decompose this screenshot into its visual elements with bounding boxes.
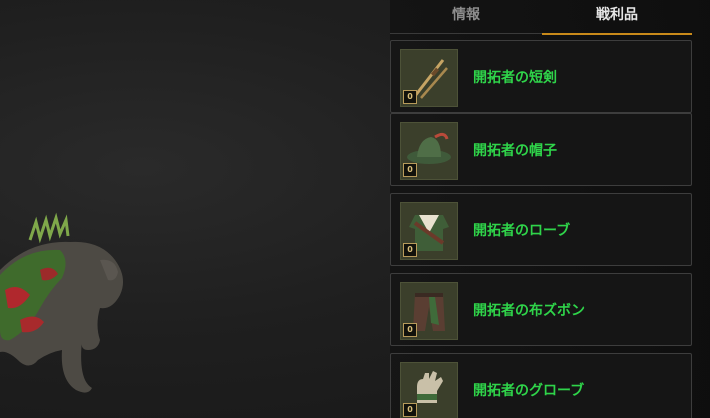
grade-badge: 0 [403, 323, 417, 337]
tab-loot[interactable]: 戦利品 [542, 0, 692, 35]
grade-badge: 0 [403, 163, 417, 177]
item-thumbnail: 0 [400, 202, 458, 260]
item-name: 開拓者のグローブ [473, 383, 585, 399]
loot-item-hat[interactable]: 0 開拓者の帽子 [390, 113, 692, 186]
loot-item-dagger[interactable]: 0 開拓者の短剣 [390, 40, 692, 113]
loot-item-robe[interactable]: 0 開拓者のローブ [390, 193, 692, 266]
loot-item-pants[interactable]: 0 開拓者の布ズボン [390, 273, 692, 346]
grade-badge: 0 [403, 90, 417, 104]
tab-info[interactable]: 情報 [390, 0, 542, 34]
grade-badge: 0 [403, 403, 417, 417]
creature-model [0, 212, 124, 393]
item-thumbnail: 0 [400, 49, 458, 107]
item-thumbnail: 0 [400, 362, 458, 418]
tab-bar: 情報 戦利品 [390, 0, 694, 35]
item-name: 開拓者の帽子 [473, 143, 557, 159]
item-name: 開拓者の布ズボン [473, 303, 585, 319]
item-name: 開拓者のローブ [473, 223, 571, 239]
item-thumbnail: 0 [400, 282, 458, 340]
side-panel: 情報 戦利品 0 開拓者の短剣 0 開拓者の帽子 0 開拓者のローブ 0 開拓者… [390, 0, 710, 418]
loot-item-gloves[interactable]: 0 開拓者のグローブ [390, 353, 692, 418]
item-name: 開拓者の短剣 [473, 70, 557, 86]
game-scene: 情報 戦利品 0 開拓者の短剣 0 開拓者の帽子 0 開拓者のローブ 0 開拓者… [0, 0, 710, 418]
grade-badge: 0 [403, 243, 417, 257]
item-thumbnail: 0 [400, 122, 458, 180]
